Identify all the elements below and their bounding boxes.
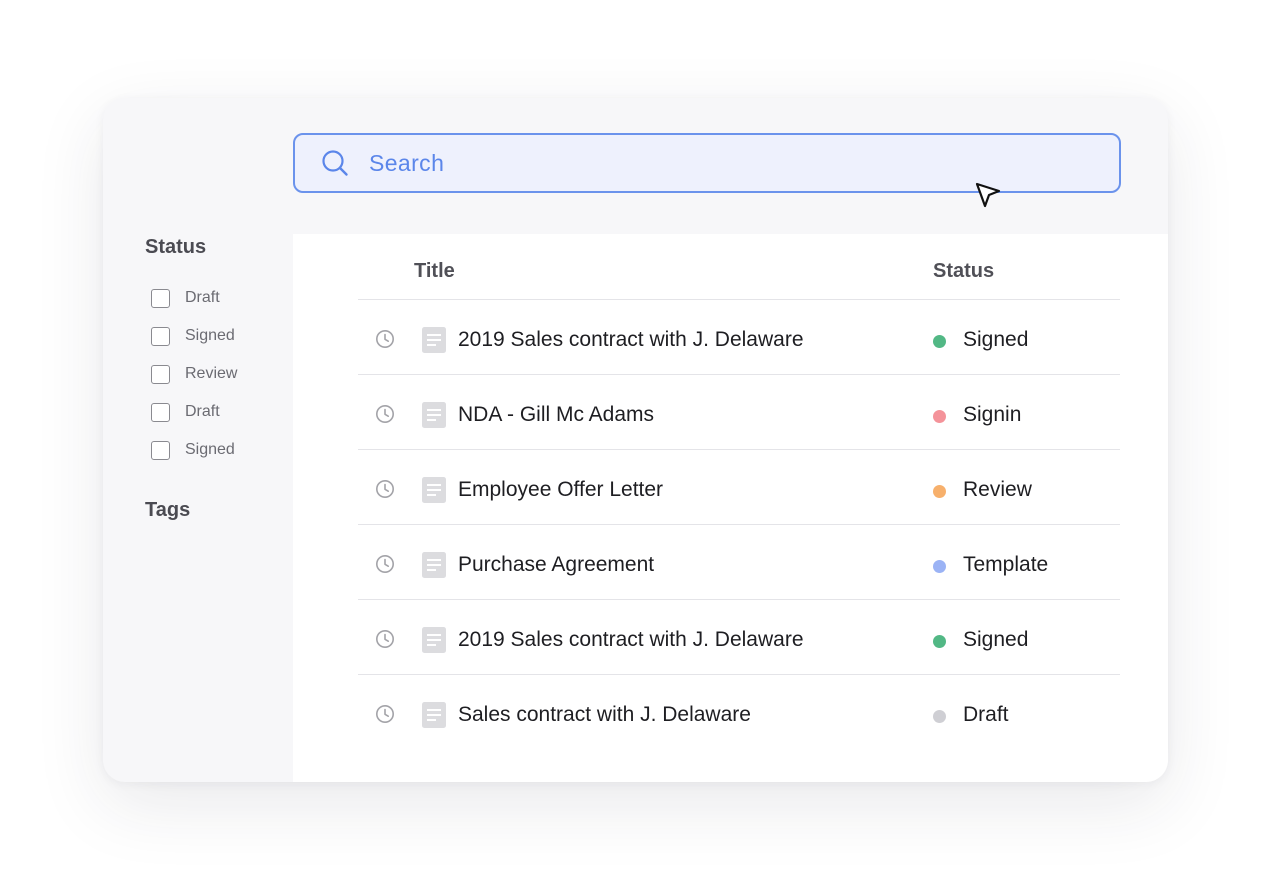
filter-label: Draft [185,403,220,420]
status-dot [933,335,946,348]
clock-icon [375,479,395,499]
clock-icon [375,704,395,724]
document-icon [422,702,446,728]
status-label: Draft [963,703,1009,726]
status-dot [933,710,946,723]
document-icon [422,327,446,353]
document-icon [422,402,446,428]
status-label: Review [963,478,1032,501]
search-icon [321,149,349,177]
filter-label: Signed [185,327,235,344]
document-title[interactable]: Purchase Agreement [458,553,654,577]
clock-icon [375,404,395,424]
document-icon [422,627,446,653]
documents-table: Title Status 2019 Sales contract with J.… [293,234,1168,782]
filter-checkbox[interactable] [151,326,170,346]
search-input[interactable]: Search [369,150,444,177]
table-row[interactable]: Sales contract with J. Delaware Draft [358,675,1120,750]
status-label: Signin [963,403,1022,426]
status-filter-option[interactable]: Draft [145,393,295,431]
status-filter-list: Draft Signed Review Draft Signed [145,279,295,469]
document-icon [422,477,446,503]
document-title[interactable]: Sales contract with J. Delaware [458,703,751,727]
filter-label: Signed [185,441,235,458]
document-title[interactable]: 2019 Sales contract with J. Delaware [458,328,804,352]
status-dot [933,560,946,573]
table-body: 2019 Sales contract with J. Delaware Sig… [358,300,1120,750]
table-row[interactable]: NDA - Gill Mc Adams Signin [358,375,1120,450]
status-filter-option[interactable]: Signed [145,431,295,469]
status-dot [933,410,946,423]
mouse-pointer-icon [973,180,1003,210]
status-label: Signed [963,328,1029,351]
filter-checkbox[interactable] [151,288,170,308]
document-title[interactable]: Employee Offer Letter [458,478,663,502]
column-header-status[interactable]: Status [933,260,994,283]
document-title[interactable]: 2019 Sales contract with J. Delaware [458,628,804,652]
status-filter-option[interactable]: Signed [145,317,295,355]
table-row[interactable]: Purchase Agreement Template [358,525,1120,600]
status-filter-title: Status [145,236,207,258]
clock-icon [375,329,395,349]
clock-icon [375,629,395,649]
status-filter-option[interactable]: Review [145,355,295,393]
table-row[interactable]: 2019 Sales contract with J. Delaware Sig… [358,600,1120,675]
status-label: Signed [963,628,1029,651]
clock-icon [375,554,395,574]
table-row[interactable]: 2019 Sales contract with J. Delaware Sig… [358,300,1120,375]
status-label: Template [963,553,1049,576]
document-icon [422,552,446,578]
tags-filter-title[interactable]: Tags [145,499,295,522]
filter-sidebar: Status Draft Signed Review Draft Signed [145,236,295,522]
status-filter-option[interactable]: Draft [145,279,295,317]
table-row[interactable]: Employee Offer Letter Review [358,450,1120,525]
filter-checkbox[interactable] [151,364,170,384]
filter-checkbox[interactable] [151,440,170,460]
table-header: Title Status [358,234,1120,300]
filter-checkbox[interactable] [151,402,170,422]
status-dot [933,485,946,498]
filter-label: Review [185,365,238,382]
column-header-title[interactable]: Title [414,260,455,283]
status-dot [933,635,946,648]
document-title[interactable]: NDA - Gill Mc Adams [458,403,654,427]
filter-label: Draft [185,289,220,306]
document-manager-card: Search Status Draft Signed Review Draft [103,98,1168,782]
